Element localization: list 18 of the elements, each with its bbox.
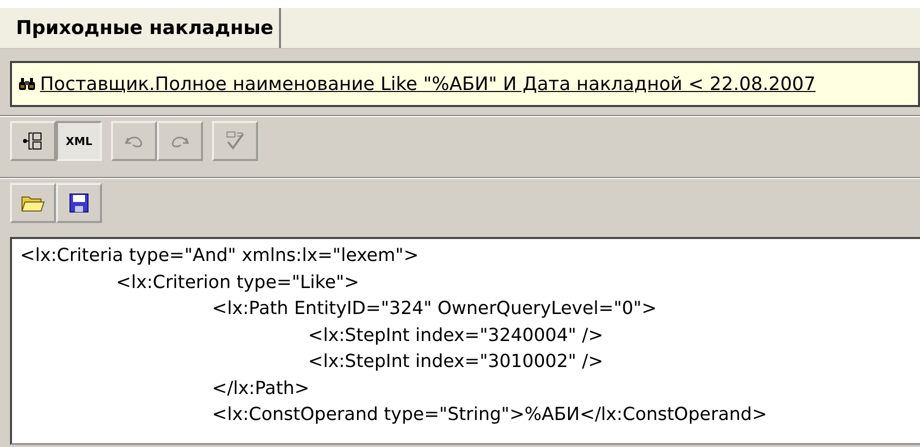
tree-view-button[interactable] — [10, 121, 56, 161]
open-button[interactable] — [10, 183, 56, 223]
save-icon — [69, 193, 89, 213]
save-button[interactable] — [56, 183, 102, 223]
xml-line: <lx:Path EntityID="324" OwnerQueryLevel="0"> — [212, 298, 657, 319]
xml-line: <lx:ConstOperand type="String">%АБИ</lx:ConstOperand> — [212, 404, 768, 425]
xml-line: <lx:StepInt index="3240004" /> — [308, 324, 604, 346]
xml-line: <lx:Criteria type="And" xmlns:lx="lexem"> — [20, 245, 419, 266]
undo-icon — [124, 134, 144, 148]
xml-line: <lx:StepInt index="3010002" /> — [308, 351, 604, 372]
xml-view-button[interactable]: XML — [56, 121, 102, 161]
xml-line: </lx:Path> — [212, 378, 310, 398]
tree-icon — [22, 130, 44, 152]
filter-link[interactable]: Поставщик.Полное наименование Like "%АБИ" И Дата накладной < 22.08.2007 — [40, 74, 816, 94]
xml-line: <lx:Criterion type="Like"> — [116, 272, 360, 292]
redo-icon — [170, 134, 190, 148]
xml-editor[interactable] — [10, 237, 920, 445]
binoculars-icon — [18, 77, 36, 91]
